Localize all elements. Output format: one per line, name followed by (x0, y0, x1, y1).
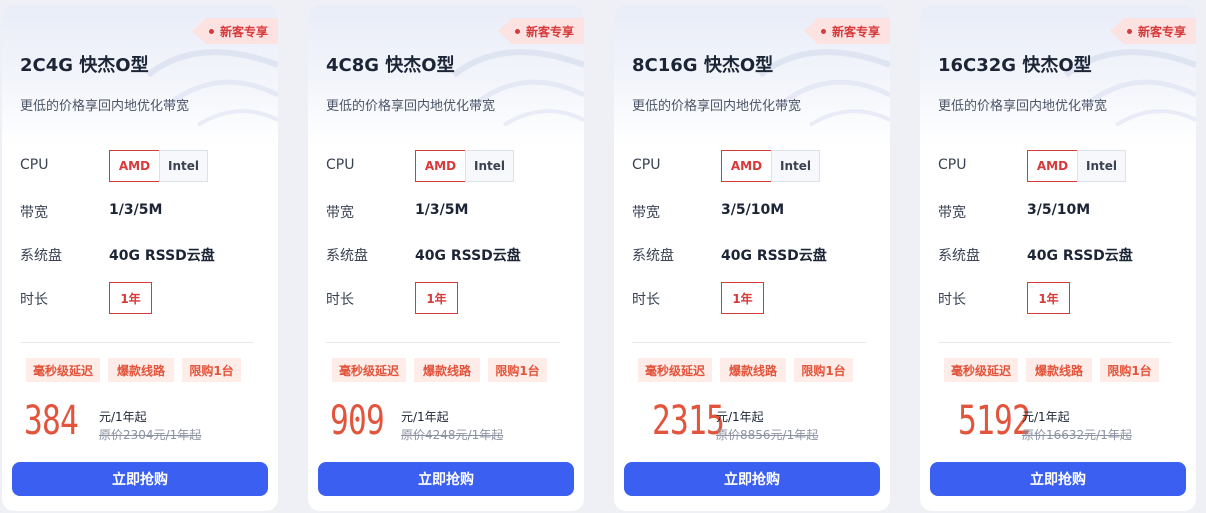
bandwidth-label: 带宽 (938, 205, 966, 221)
card-title: 8C16G 快杰O型 (632, 55, 774, 76)
badge-label: 新客专享 (831, 24, 880, 39)
bandwidth-value: 1/3/5M (415, 202, 469, 218)
original-price: 原价16632元/1年起 (1022, 428, 1132, 442)
price-value: 5192 (958, 398, 1031, 444)
duration-option[interactable]: 1年 (109, 282, 152, 314)
feature-tag: 毫秒级延迟 (944, 358, 1018, 382)
bandwidth-label: 带宽 (326, 205, 354, 221)
duration-label: 时长 (326, 292, 354, 308)
duration-label: 时长 (632, 292, 660, 308)
original-price: 原价2304元/1年起 (99, 428, 202, 442)
duration-option[interactable]: 1年 (1027, 282, 1070, 314)
original-price: 原价4248元/1年起 (401, 428, 504, 442)
cpu-option-intel[interactable]: Intel (1077, 150, 1126, 182)
cpu-option-amd[interactable]: AMD (109, 150, 160, 182)
card-title: 16C32G 快杰O型 (938, 55, 1092, 76)
cpu-label: CPU (632, 157, 661, 173)
feature-tag: 毫秒级延迟 (26, 358, 100, 382)
divider (20, 342, 254, 343)
feature-tag: 限购1台 (1100, 358, 1159, 382)
buy-now-button[interactable]: 立即抢购 (624, 462, 880, 496)
bandwidth-label: 带宽 (20, 205, 48, 221)
divider (632, 342, 866, 343)
disk-label: 系统盘 (326, 248, 368, 264)
buy-now-button[interactable]: 立即抢购 (930, 462, 1186, 496)
original-price: 原价8856元/1年起 (716, 428, 819, 442)
price-value: 2315 (652, 398, 725, 444)
price-unit: 元/1年起 (1022, 410, 1070, 424)
duration-option[interactable]: 1年 (721, 282, 764, 314)
badge-dot-icon (1127, 29, 1132, 34)
cpu-label: CPU (20, 157, 49, 173)
divider (938, 342, 1172, 343)
feature-tag: 毫秒级延迟 (332, 358, 406, 382)
feature-tag: 爆款线路 (1026, 358, 1092, 382)
card-subtitle: 更低的价格享回内地优化带宽 (20, 99, 190, 114)
new-customer-badge: 新客专享 (192, 18, 278, 44)
cpu-option-intel[interactable]: Intel (159, 150, 208, 182)
price-unit: 元/1年起 (716, 410, 764, 424)
product-card: 新客专享 2C4G 快杰O型 更低的价格享回内地优化带宽 CPU AMD Int… (2, 5, 278, 511)
badge-dot-icon (515, 29, 520, 34)
cpu-option-amd[interactable]: AMD (415, 150, 466, 182)
disk-value: 40G RSSD云盘 (415, 248, 521, 264)
feature-tag: 爆款线路 (720, 358, 786, 382)
buy-now-button[interactable]: 立即抢购 (12, 462, 268, 496)
card-subtitle: 更低的价格享回内地优化带宽 (326, 99, 496, 114)
duration-label: 时长 (938, 292, 966, 308)
badge-label: 新客专享 (219, 24, 268, 39)
disk-value: 40G RSSD云盘 (721, 248, 827, 264)
bandwidth-label: 带宽 (632, 205, 660, 221)
disk-value: 40G RSSD云盘 (109, 248, 215, 264)
cpu-option-amd[interactable]: AMD (721, 150, 772, 182)
price-value: 384 (24, 398, 79, 444)
feature-tag: 限购1台 (794, 358, 853, 382)
cpu-label: CPU (938, 157, 967, 173)
product-card: 新客专享 16C32G 快杰O型 更低的价格享回内地优化带宽 CPU AMD I… (920, 5, 1196, 511)
divider (326, 342, 560, 343)
card-subtitle: 更低的价格享回内地优化带宽 (632, 99, 802, 114)
disk-value: 40G RSSD云盘 (1027, 248, 1133, 264)
bandwidth-value: 1/3/5M (109, 202, 163, 218)
badge-dot-icon (209, 29, 214, 34)
badge-label: 新客专享 (1137, 24, 1186, 39)
card-subtitle: 更低的价格享回内地优化带宽 (938, 99, 1108, 114)
cpu-option-amd[interactable]: AMD (1027, 150, 1078, 182)
duration-option[interactable]: 1年 (415, 282, 458, 314)
feature-tag: 限购1台 (488, 358, 547, 382)
disk-label: 系统盘 (938, 248, 980, 264)
cpu-option-intel[interactable]: Intel (771, 150, 820, 182)
card-title: 4C8G 快杰O型 (326, 55, 455, 76)
duration-label: 时长 (20, 292, 48, 308)
price-value: 909 (330, 398, 385, 444)
new-customer-badge: 新客专享 (498, 18, 584, 44)
disk-label: 系统盘 (632, 248, 674, 264)
product-card: 新客专享 4C8G 快杰O型 更低的价格享回内地优化带宽 CPU AMD Int… (308, 5, 584, 511)
card-title: 2C4G 快杰O型 (20, 55, 149, 76)
feature-tag: 毫秒级延迟 (638, 358, 712, 382)
new-customer-badge: 新客专享 (1110, 18, 1196, 44)
feature-tag: 限购1台 (182, 358, 241, 382)
cpu-label: CPU (326, 157, 355, 173)
buy-now-button[interactable]: 立即抢购 (318, 462, 574, 496)
price-unit: 元/1年起 (99, 410, 147, 424)
product-card: 新客专享 8C16G 快杰O型 更低的价格享回内地优化带宽 CPU AMD In… (614, 5, 890, 511)
badge-label: 新客专享 (525, 24, 574, 39)
bandwidth-value: 3/5/10M (1027, 202, 1091, 218)
disk-label: 系统盘 (20, 248, 62, 264)
cpu-option-intel[interactable]: Intel (465, 150, 514, 182)
price-unit: 元/1年起 (401, 410, 449, 424)
badge-dot-icon (821, 29, 826, 34)
feature-tag: 爆款线路 (108, 358, 174, 382)
feature-tag: 爆款线路 (414, 358, 480, 382)
new-customer-badge: 新客专享 (804, 18, 890, 44)
bandwidth-value: 3/5/10M (721, 202, 785, 218)
